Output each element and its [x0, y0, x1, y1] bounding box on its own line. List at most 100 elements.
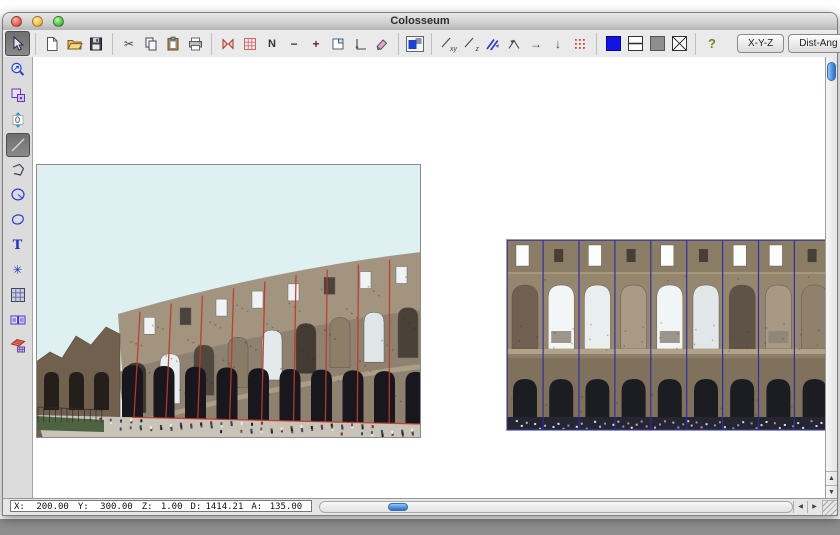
arrow-down-button[interactable]: ↓: [547, 32, 569, 56]
scroll-left-button[interactable]: ◀: [793, 501, 807, 513]
grid-button[interactable]: [239, 32, 261, 56]
line-z-icon: z: [461, 35, 479, 53]
apex-arrow-button[interactable]: [503, 32, 525, 56]
mirror-button[interactable]: [217, 32, 239, 56]
y-value: 300.00: [89, 501, 133, 513]
zoom-tool[interactable]: [6, 58, 30, 82]
coordinate-readout: X:200.00Y:300.00Z:1.00D:1414.21A:135.00: [10, 500, 312, 512]
printer-icon: [187, 36, 204, 52]
zoom-window-button[interactable]: [53, 16, 64, 27]
horizontal-scrollbar-thumb[interactable]: [388, 503, 408, 511]
pointer-arrow-icon: [10, 36, 26, 52]
table-tool[interactable]: [6, 283, 30, 307]
main-toolbar: ✂: [3, 30, 837, 58]
help-button[interactable]: ?: [701, 32, 723, 56]
toolbar-divider: [398, 33, 399, 55]
curve-tool[interactable]: [6, 208, 30, 232]
circle-tool[interactable]: [6, 183, 30, 207]
a-value: 135.00: [262, 501, 302, 513]
scroll-down-button[interactable]: ▼: [826, 485, 837, 499]
z-label: Z:: [142, 501, 153, 513]
toolbar-divider: [112, 33, 113, 55]
split-rows-icon: [627, 35, 644, 52]
status-bar: X:200.00Y:300.00Z:1.00D:1414.21A:135.00 …: [3, 498, 837, 515]
text-tool-icon: T: [13, 239, 23, 252]
circle-icon: [9, 186, 27, 204]
drawing-canvas[interactable]: [33, 57, 825, 499]
distang-mode-label: Dist-Ang: [799, 38, 837, 49]
save-button[interactable]: [85, 32, 107, 56]
point-tool[interactable]: ✳: [6, 258, 30, 282]
y-label: Y:: [78, 501, 89, 513]
polyline-icon: [9, 161, 27, 179]
dot-grid-icon: [572, 36, 588, 52]
copy-icon: [143, 36, 159, 52]
pointer-tool-button[interactable]: [5, 31, 30, 56]
desktop-background: [0, 519, 840, 535]
line-xy-icon: xy: [439, 35, 457, 53]
print-button[interactable]: [184, 32, 206, 56]
x-label: X:: [14, 501, 25, 513]
open-folder-icon: [66, 36, 83, 52]
zero-level-tool[interactable]: 0: [6, 108, 30, 132]
eraser-button[interactable]: [371, 32, 393, 56]
close-window-button[interactable]: [11, 16, 22, 27]
crossed-box-button[interactable]: [668, 32, 690, 56]
fill-blue-button[interactable]: [602, 32, 624, 56]
split-rows-button[interactable]: [624, 32, 646, 56]
point-star-icon: ✳: [12, 264, 22, 276]
scroll-right-button[interactable]: ▶: [807, 501, 821, 513]
scissors-icon: ✂: [124, 38, 134, 50]
open-file-button[interactable]: [63, 32, 85, 56]
mesh-tool[interactable]: [6, 333, 30, 357]
red-grid-icon: [242, 36, 258, 52]
cut-button[interactable]: ✂: [118, 32, 140, 56]
window-region-button[interactable]: [327, 32, 349, 56]
line-tool[interactable]: [6, 133, 30, 157]
magnifier-icon: [9, 61, 27, 79]
window-region-icon: [330, 36, 346, 52]
perpendicular-button[interactable]: [349, 32, 371, 56]
parallel-lines-button[interactable]: [481, 32, 503, 56]
minus-icon: −: [290, 38, 297, 50]
table-grid-icon: [9, 286, 27, 304]
fill-gray-button[interactable]: [646, 32, 668, 56]
plus-icon: +: [312, 38, 319, 50]
colosseum-photo-perspective[interactable]: [36, 164, 421, 438]
point-grid-button[interactable]: [569, 32, 591, 56]
title-bar[interactable]: Colosseum: [3, 13, 837, 31]
resize-grip[interactable]: [822, 500, 837, 515]
minimize-window-button[interactable]: [32, 16, 43, 27]
paste-button[interactable]: [162, 32, 184, 56]
d-label: D:: [191, 501, 202, 513]
image-view-button[interactable]: [404, 32, 426, 56]
polyline-tool[interactable]: [6, 158, 30, 182]
arrow-right-button[interactable]: →: [525, 32, 547, 56]
copy-frames-tool[interactable]: [6, 83, 30, 107]
line-xy-button[interactable]: xy: [437, 32, 459, 56]
zero-level-label: 0: [12, 115, 23, 125]
copy-button[interactable]: [140, 32, 162, 56]
floppy-disk-icon: [88, 36, 104, 52]
normal-button[interactable]: N: [261, 32, 283, 56]
new-document-button[interactable]: [41, 32, 63, 56]
apex-arrow-icon: [506, 36, 522, 52]
plus-button[interactable]: +: [305, 32, 327, 56]
horizontal-scrollbar[interactable]: [319, 501, 793, 513]
a-label: A:: [251, 501, 262, 513]
colosseum-photo-rectified[interactable]: [506, 239, 825, 431]
line-z-button[interactable]: z: [459, 32, 481, 56]
scroll-up-button[interactable]: ▲: [826, 471, 837, 485]
arrow-right-icon: →: [530, 38, 542, 50]
xyz-mode-button[interactable]: X-Y-Z: [737, 34, 784, 53]
curve-blob-icon: [9, 211, 27, 229]
dual-view-tool[interactable]: [6, 308, 30, 332]
mirror-bowtie-icon: [220, 36, 236, 52]
perpendicular-axis-icon: [352, 36, 368, 52]
vertical-scrollbar[interactable]: ▲ ▼: [825, 57, 837, 499]
vertical-scrollbar-thumb[interactable]: [827, 62, 836, 81]
distang-mode-button[interactable]: Dist-Ang: [788, 34, 840, 53]
minus-button[interactable]: −: [283, 32, 305, 56]
toolbar-divider: [35, 33, 36, 55]
text-tool[interactable]: T: [6, 233, 30, 257]
